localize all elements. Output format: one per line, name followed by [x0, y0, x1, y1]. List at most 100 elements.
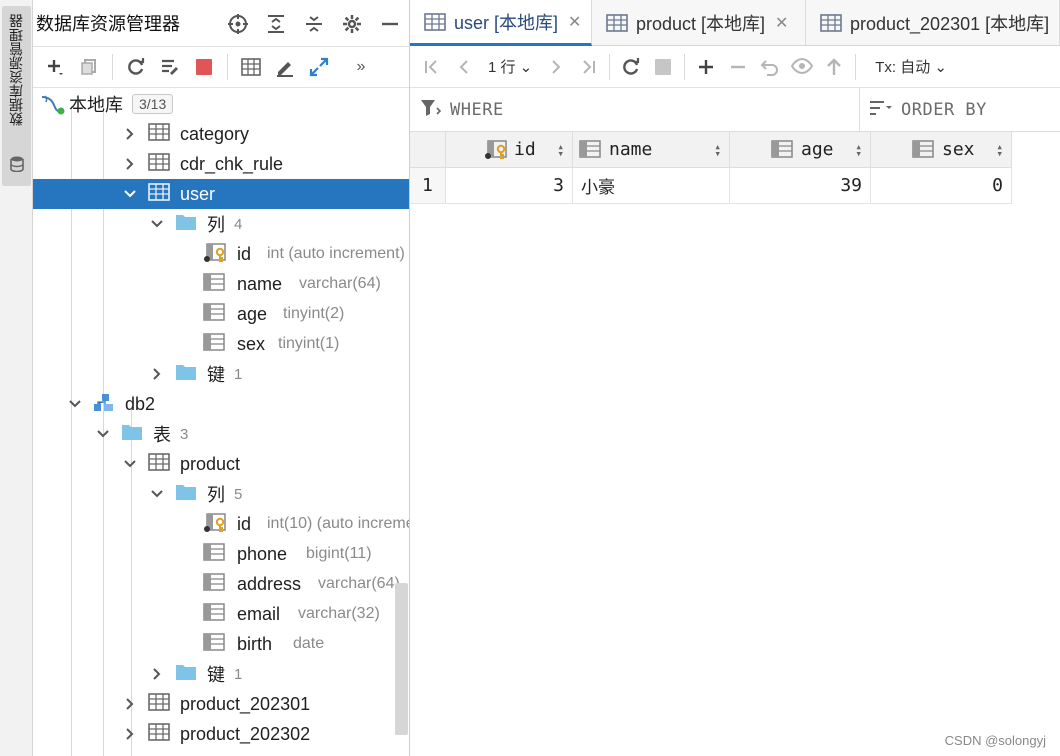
tree-node[interactable]: product_202301	[33, 689, 409, 719]
table-icon[interactable]	[237, 53, 265, 81]
tree-node[interactable]: category	[33, 119, 409, 149]
tree-node-label: db2	[125, 393, 156, 414]
chevron-right-icon[interactable]	[122, 126, 138, 142]
table-icon	[148, 153, 170, 175]
expand-all-icon[interactable]	[262, 10, 290, 38]
tree-node[interactable]: 列4	[33, 209, 409, 239]
editor-tab[interactable]: product [本地库] ✕	[592, 0, 806, 46]
crosshair-icon[interactable]	[224, 10, 252, 38]
next-page-icon[interactable]	[542, 53, 570, 81]
column-header[interactable]: name ▴ ▾	[573, 132, 730, 168]
tree-node[interactable]: id int(10) (auto increment)	[33, 509, 409, 539]
filter-icon	[420, 98, 442, 123]
tree-node[interactable]: id int (auto increment)	[33, 239, 409, 269]
properties-icon[interactable]	[156, 53, 184, 81]
edit-icon[interactable]	[271, 53, 299, 81]
key-column-icon	[203, 513, 226, 535]
prev-page-icon[interactable]	[450, 53, 478, 81]
jump-icon[interactable]	[305, 53, 333, 81]
table-cell[interactable]: 小豪	[573, 168, 730, 204]
collapse-all-icon[interactable]	[300, 10, 328, 38]
editor-tab[interactable]: user [本地库] ✕	[410, 0, 592, 46]
editor-tab[interactable]: product_202301 [本地库]	[806, 0, 1060, 46]
refresh-icon[interactable]	[122, 53, 150, 81]
column-type: varchar(64)	[299, 275, 381, 292]
tree-node[interactable]: user	[33, 179, 409, 209]
column-icon	[912, 140, 934, 163]
minimize-icon[interactable]	[376, 10, 404, 38]
column-icon	[203, 543, 225, 565]
explorer-header: 数据库资源管理器	[33, 0, 409, 46]
chevron-right-icon[interactable]	[149, 366, 165, 382]
tree-node[interactable]: email varchar(32)	[33, 599, 409, 629]
copy-icon[interactable]	[75, 53, 103, 81]
chevron-right-icon[interactable]	[149, 666, 165, 682]
table-cell[interactable]: 0	[871, 168, 1012, 204]
chevron-right-icon[interactable]	[122, 726, 138, 742]
chevron-down-icon[interactable]	[149, 486, 165, 502]
reload-icon[interactable]	[617, 53, 645, 81]
tree-node[interactable]: product	[33, 449, 409, 479]
add-row-icon[interactable]	[692, 53, 720, 81]
tree-node[interactable]: 键1	[33, 359, 409, 389]
sort-icon[interactable]: ▴ ▾	[557, 141, 564, 159]
database-explorer-side-tab[interactable]: 数据库资源管理器	[2, 6, 31, 186]
tree-node[interactable]: sex tinyint(1)	[33, 329, 409, 359]
table-icon	[820, 14, 842, 32]
chevron-down-icon[interactable]	[95, 426, 111, 442]
gear-icon[interactable]	[338, 10, 366, 38]
cancel-query-icon[interactable]	[649, 53, 677, 81]
database-tree: 本地库 3/13 category cdr_chk_rule user 列 4 id int (…	[33, 88, 409, 756]
chevron-down-icon[interactable]	[149, 216, 165, 232]
rows-count-select[interactable]: 1 行 ⌄	[488, 56, 532, 77]
table-cell[interactable]: 39	[730, 168, 871, 204]
preview-changes-icon[interactable]	[788, 53, 816, 81]
chevron-down-icon[interactable]	[122, 456, 138, 472]
tab-label: product [本地库]	[636, 14, 766, 34]
tree-node[interactable]: 本地库 3/13	[33, 89, 409, 119]
submit-icon[interactable]	[820, 53, 848, 81]
row-number[interactable]: 1	[410, 168, 446, 204]
tree-scrollbar[interactable]	[395, 583, 408, 735]
column-header[interactable]: age ▴ ▾	[730, 132, 871, 168]
column-name: name	[609, 139, 653, 160]
tree-node-label: product	[180, 453, 241, 474]
tree-node[interactable]: birth date	[33, 629, 409, 659]
order-by-label: ORDER BY	[901, 100, 987, 120]
tree-node[interactable]: age tinyint(2)	[33, 299, 409, 329]
sort-icon[interactable]: ▴ ▾	[996, 141, 1003, 159]
chevron-right-icon[interactable]	[122, 696, 138, 712]
tree-node[interactable]: product_202302	[33, 719, 409, 749]
column-icon	[203, 273, 225, 295]
tree-node[interactable]: 表3	[33, 419, 409, 449]
order-by-field[interactable]: ORDER BY	[861, 88, 1060, 132]
more-icon[interactable]: »	[347, 53, 375, 81]
add-icon[interactable]	[41, 53, 69, 81]
database-icon	[10, 156, 24, 177]
tree-node[interactable]: cdr_chk_rule	[33, 149, 409, 179]
sort-icon[interactable]: ▴ ▾	[855, 141, 862, 159]
tree-node[interactable]: name varchar(64)	[33, 269, 409, 299]
where-filter-field[interactable]: WHERE	[410, 88, 860, 132]
column-header[interactable]: sex ▴ ▾	[871, 132, 1012, 168]
delete-row-icon[interactable]	[724, 53, 752, 81]
child-count: 4	[234, 215, 243, 233]
chevron-down-icon[interactable]	[67, 396, 83, 412]
tree-node[interactable]: 键1	[33, 659, 409, 689]
last-page-icon[interactable]	[574, 53, 602, 81]
tree-node[interactable]: phone bigint(11)	[33, 539, 409, 569]
transaction-mode-select[interactable]: Tx: 自动 ⌄	[875, 56, 947, 77]
stop-icon[interactable]	[190, 53, 218, 81]
tree-node[interactable]: db2	[33, 389, 409, 419]
first-page-icon[interactable]	[418, 53, 446, 81]
column-header[interactable]: id ▴ ▾	[446, 132, 573, 168]
revert-icon[interactable]	[756, 53, 784, 81]
tree-node[interactable]: address varchar(64)	[33, 569, 409, 599]
chevron-right-icon[interactable]	[122, 156, 138, 172]
table-cell[interactable]: 3	[446, 168, 573, 204]
tree-node[interactable]: 列5	[33, 479, 409, 509]
sort-icon[interactable]: ▴ ▾	[714, 141, 721, 159]
close-icon[interactable]: ✕	[775, 13, 788, 33]
chevron-down-icon[interactable]	[122, 186, 138, 202]
close-icon[interactable]: ✕	[568, 12, 581, 32]
